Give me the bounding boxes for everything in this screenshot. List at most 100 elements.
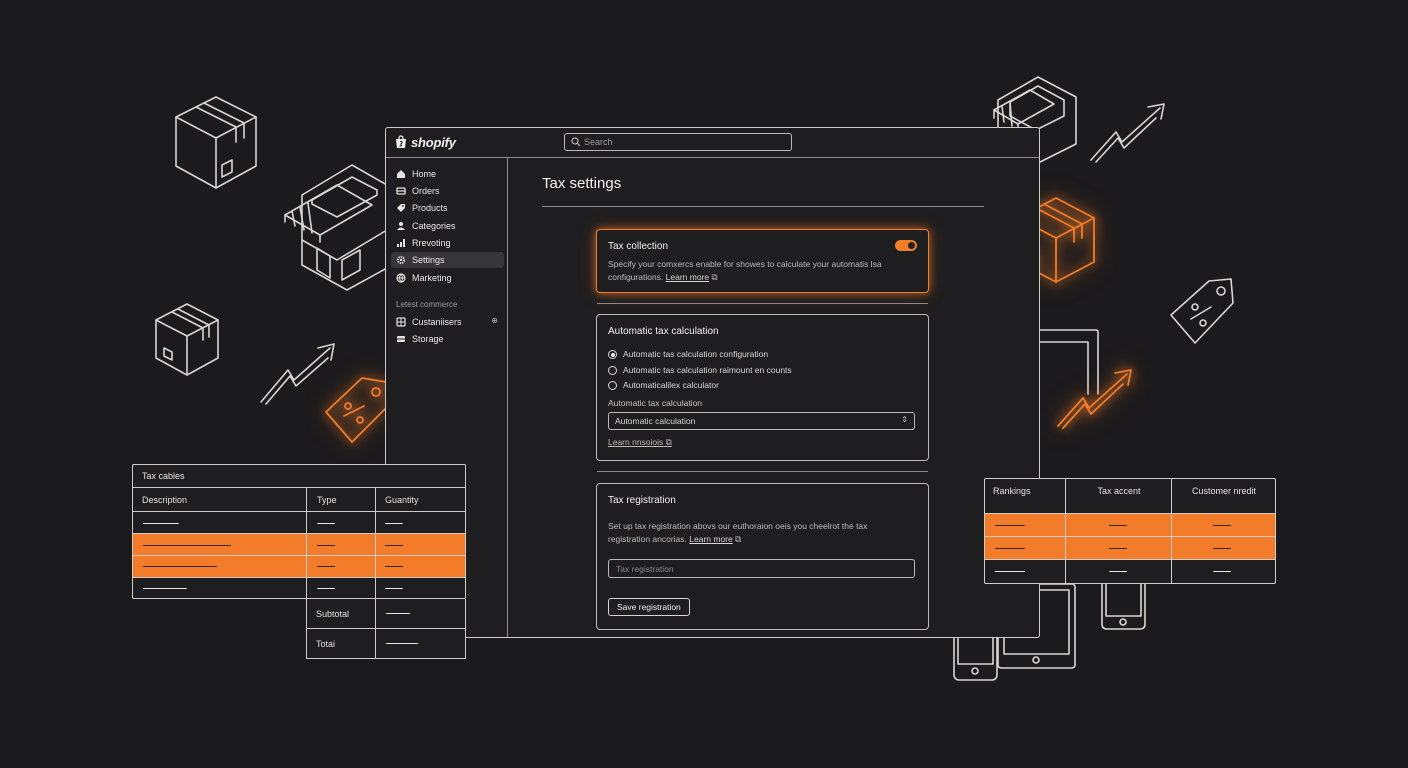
table-cell-placeholder <box>1213 525 1231 526</box>
radio-label: Automatic tas calculation raimount en co… <box>623 365 792 375</box>
table-rule <box>985 536 1275 538</box>
rankings-table: Rankings Tax accent Customer nredit <box>984 478 1276 584</box>
table-rule <box>133 511 465 513</box>
card-title: Tax collection <box>608 241 669 252</box>
orders-icon <box>396 187 406 195</box>
total-value-placeholder <box>386 643 418 644</box>
card-description: Specify your comxercs enable for showes … <box>608 258 913 283</box>
page-title: Tax settings <box>542 175 622 192</box>
save-registration-button[interactable]: Save registration <box>608 598 690 616</box>
table-cell-placeholder <box>143 545 231 546</box>
gear-icon <box>396 255 406 265</box>
external-link-icon: ⧉ <box>711 271 718 282</box>
add-icon[interactable]: ⊕ <box>491 316 498 325</box>
table-rule <box>307 628 465 630</box>
input-placeholder: Tax registration <box>616 564 674 574</box>
divider <box>597 303 928 304</box>
card-title: Automatic tax calculation <box>608 326 719 337</box>
sidebar-section-title: Letest commerce <box>396 300 458 309</box>
table-cell-placeholder <box>995 571 1025 572</box>
sidebar-item-products[interactable]: Products <box>391 200 504 216</box>
sidebar-item-label: Storage <box>412 334 444 344</box>
home-icon <box>397 170 405 178</box>
bar-chart-icon <box>397 239 405 247</box>
select-value: Automatic calculation <box>615 416 696 426</box>
radio-label: Automatic tas calculation configuration <box>623 349 769 359</box>
table-cell-placeholder <box>1109 571 1127 572</box>
learn-more-link[interactable]: Learn more <box>689 534 732 544</box>
table-rule <box>133 555 465 557</box>
divider <box>542 206 984 207</box>
automatic-tax-card: Automatic tax calculation Automatic tas … <box>596 314 929 461</box>
toggle-knob <box>908 242 915 249</box>
globe-icon <box>396 273 406 283</box>
table-rule <box>985 559 1275 561</box>
tax-collection-toggle[interactable] <box>895 240 917 251</box>
radio-button[interactable] <box>608 381 617 390</box>
table-cell-placeholder <box>317 545 335 546</box>
learn-link[interactable]: Learn nnsoiois ⧉ <box>608 437 672 448</box>
select-label: Automatic tax calculation <box>608 398 703 408</box>
totals-block: Subtotal Totai <box>306 599 466 659</box>
tax-collection-card: Tax collection Specify your comxercs ena… <box>596 229 929 293</box>
table-cell-placeholder <box>995 525 1025 526</box>
table-row-highlight <box>985 514 1275 536</box>
subtotal-value-placeholder <box>386 613 410 614</box>
search-icon <box>571 137 581 147</box>
sidebar-item-custaniisers[interactable]: Custaniisers ⊕ <box>391 314 504 330</box>
sidebar-item-label: Custaniisers <box>412 317 462 327</box>
search-placeholder: Search <box>584 137 613 147</box>
table-cell-placeholder <box>385 588 403 589</box>
table-cell-placeholder <box>1213 548 1231 549</box>
table-cell-placeholder <box>995 548 1025 549</box>
total-label: Totai <box>316 639 336 649</box>
column-header: Guantity <box>385 495 419 505</box>
sidebar-item-label: Categories <box>412 221 456 231</box>
sidebar-item-settings[interactable]: Settings <box>391 252 504 268</box>
sidebar-item-categories[interactable]: Categories <box>391 218 504 234</box>
search-input[interactable]: Search <box>564 133 792 151</box>
card-title: Tax registration <box>608 495 676 506</box>
tax-registration-card: Tax registration Set up tax registration… <box>596 483 929 630</box>
table-rule <box>133 533 465 535</box>
top-bar: shopify Search <box>386 128 1039 158</box>
learn-link-text: Learn nnsoiois <box>608 437 664 447</box>
sidebar-item-home[interactable]: Home <box>391 166 504 182</box>
brand-logo: shopify <box>411 135 456 150</box>
table-cell-placeholder <box>143 523 179 524</box>
table-cell-placeholder <box>317 588 335 589</box>
radio-label: Automaticalilex calculator <box>623 380 719 390</box>
shopify-bag-icon <box>396 135 406 148</box>
sidebar-item-orders[interactable]: Orders <box>391 183 504 199</box>
card-description: Set up tax registration abovs our euthor… <box>608 520 898 545</box>
sidebar-item-storage[interactable]: Storage <box>391 331 504 347</box>
table-cell-placeholder <box>385 545 403 546</box>
tag-icon <box>397 204 405 212</box>
divider <box>597 471 928 472</box>
select-caret-icon: ⇕ <box>901 415 908 424</box>
radio-button[interactable] <box>608 366 617 375</box>
sidebar-item-label: Rrevoting <box>412 238 451 248</box>
table-rule <box>133 577 465 579</box>
table-col-rule <box>1065 479 1067 583</box>
table-cell-placeholder <box>317 566 335 567</box>
sidebar-item-marketing[interactable]: Marketing <box>391 270 504 286</box>
radio-button[interactable] <box>608 350 617 359</box>
grid-icon <box>396 317 406 327</box>
sidebar-item-label: Orders <box>412 186 440 196</box>
table-title: Tax cables <box>142 471 185 481</box>
table-cell-placeholder <box>317 523 335 524</box>
table-cell-placeholder <box>1109 525 1127 526</box>
column-header: Rankings <box>993 486 1031 496</box>
table-cell-placeholder <box>143 566 217 567</box>
tax-table: Tax cables Description Type Guantity <box>132 464 466 599</box>
learn-more-link[interactable]: Learn more <box>666 272 709 282</box>
tax-registration-input[interactable]: Tax registration <box>608 559 915 578</box>
sidebar-item-label: Settings <box>412 255 445 265</box>
column-header: Description <box>142 495 188 505</box>
tax-calculation-select[interactable]: Automatic calculation ⇕ <box>608 412 915 430</box>
sidebar-item-rrevoting[interactable]: Rrevoting <box>391 235 504 251</box>
table-cell-placeholder <box>385 566 403 567</box>
sidebar-item-label: Marketing <box>412 273 452 283</box>
sidebar-item-label: Home <box>412 169 437 179</box>
